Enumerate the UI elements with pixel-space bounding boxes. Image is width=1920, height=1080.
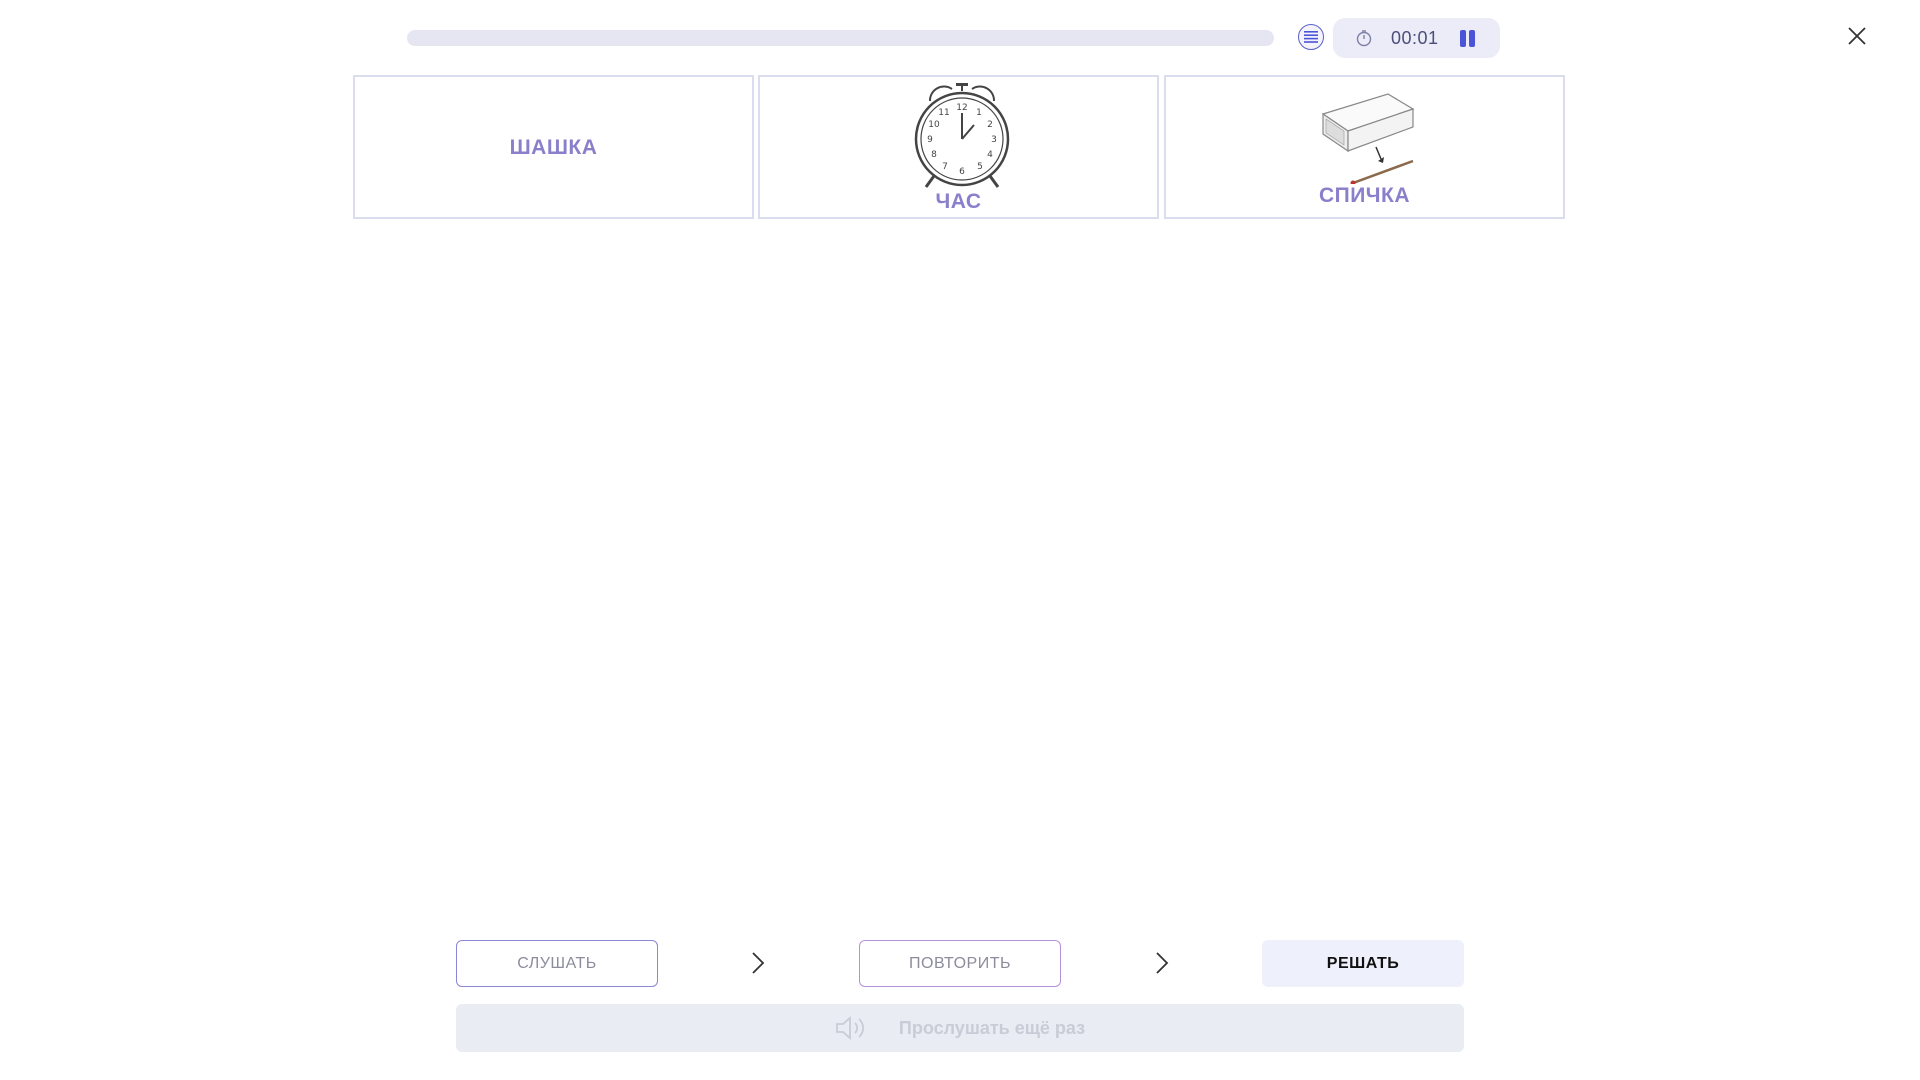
svg-text:12: 12 — [956, 103, 967, 113]
pause-icon — [1460, 30, 1466, 47]
progress-bar — [407, 30, 1274, 46]
pause-button[interactable] — [1457, 28, 1477, 48]
svg-text:2: 2 — [987, 120, 993, 130]
svg-text:8: 8 — [931, 150, 937, 160]
listen-again-button[interactable]: Прослушать ещё раз — [456, 1004, 1464, 1052]
list-icon — [1304, 31, 1318, 43]
word-card[interactable]: ШАШКА — [353, 75, 754, 219]
chevron-right-icon — [1156, 952, 1169, 974]
pause-icon — [1469, 30, 1475, 47]
chevron-right-icon — [752, 952, 765, 974]
task-list-button[interactable] — [1298, 24, 1324, 50]
svg-text:7: 7 — [942, 162, 948, 172]
svg-text:9: 9 — [927, 135, 933, 145]
word-card[interactable]: 12 1 2 3 4 5 6 7 8 9 10 11 ЧАС — [758, 75, 1159, 219]
matchbox-icon — [1321, 93, 1415, 184]
listen-again-label: Прослушать ещё раз — [898, 1017, 1086, 1038]
svg-text:5: 5 — [977, 162, 983, 172]
timer: 00:01 — [1333, 18, 1500, 58]
word-card[interactable]: СПИЧКА — [1164, 75, 1565, 219]
svg-text:4: 4 — [987, 150, 993, 160]
svg-text:3: 3 — [991, 135, 997, 145]
listen-button[interactable]: СЛУШАТЬ — [456, 940, 658, 987]
timer-value: 00:01 — [1391, 28, 1439, 48]
svg-text:11: 11 — [938, 108, 949, 118]
stopwatch-icon — [1356, 30, 1372, 47]
close-icon[interactable] — [1845, 24, 1869, 48]
svg-text:6: 6 — [959, 167, 965, 177]
alarm-clock-icon: 12 1 2 3 4 5 6 7 8 9 10 11 — [914, 83, 1010, 188]
solve-button[interactable]: РЕШАТЬ — [1262, 940, 1464, 987]
card-label: ЧАС — [935, 190, 982, 213]
speaker-icon — [836, 1016, 864, 1040]
svg-text:1: 1 — [976, 108, 982, 118]
card-label: СПИЧКА — [1318, 184, 1411, 207]
repeat-button[interactable]: ПОВТОРИТЬ — [859, 940, 1061, 987]
exercise-page: 00:01 ШАШКА 12 1 2 3 4 5 6 7 8 9 10 11 Ч… — [0, 0, 1920, 1080]
card-label: ШАШКА — [509, 136, 598, 159]
svg-text:10: 10 — [928, 120, 940, 130]
